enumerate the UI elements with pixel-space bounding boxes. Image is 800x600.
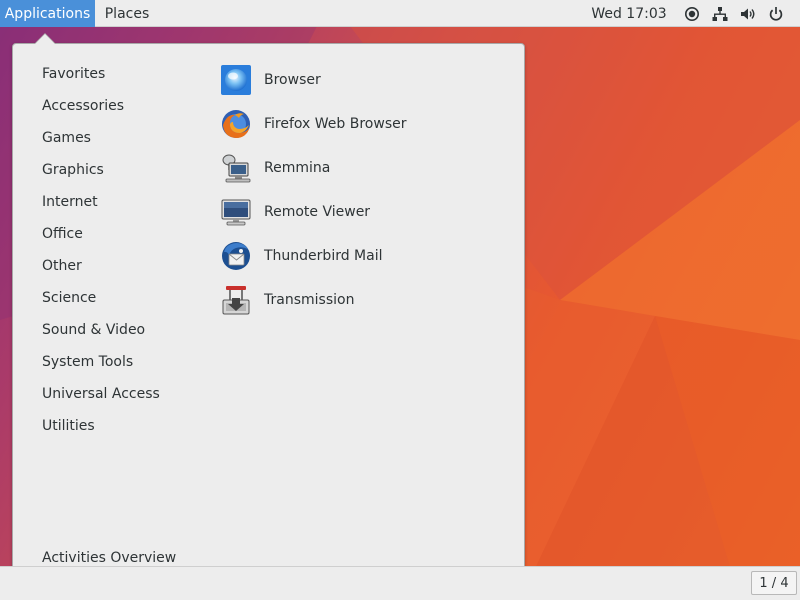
- places-label: Places: [104, 5, 150, 22]
- app-label-firefox: Firefox Web Browser: [264, 116, 407, 132]
- remote-viewer-icon: [220, 196, 252, 228]
- clock[interactable]: Wed 17:03: [583, 0, 675, 27]
- category-item-system-tools[interactable]: System Tools: [42, 346, 212, 378]
- category-item-universal-access[interactable]: Universal Access: [42, 378, 212, 410]
- category-item-science[interactable]: Science: [42, 282, 212, 314]
- app-item-remmina[interactable]: Remmina: [220, 146, 510, 190]
- applications-menu-button[interactable]: Applications: [0, 0, 95, 27]
- category-item-other[interactable]: Other: [42, 250, 212, 282]
- clock-label: Wed 17:03: [591, 5, 667, 22]
- applications-label: Applications: [4, 5, 91, 22]
- places-menu-button[interactable]: Places: [95, 0, 159, 27]
- category-item-graphics[interactable]: Graphics: [42, 154, 212, 186]
- workspace-switcher-button[interactable]: 1 / 4: [751, 571, 797, 595]
- thunderbird-icon: [220, 240, 252, 272]
- category-item-favorites[interactable]: Favorites: [42, 58, 212, 90]
- menu-pointer: [35, 34, 55, 44]
- transmission-icon: [220, 284, 252, 316]
- browser-icon: [220, 64, 252, 96]
- app-item-transmission[interactable]: Transmission: [220, 278, 510, 322]
- app-label-remote-viewer: Remote Viewer: [264, 204, 371, 220]
- accessibility-icon[interactable]: [678, 0, 706, 27]
- top-bar: Applications Places Wed 17:03: [0, 0, 800, 27]
- app-label-remmina: Remmina: [264, 160, 331, 176]
- power-icon[interactable]: [762, 0, 790, 27]
- remmina-icon: [220, 152, 252, 184]
- category-item-office[interactable]: Office: [42, 218, 212, 250]
- category-list: Favorites Accessories Games Graphics Int…: [42, 58, 212, 442]
- app-item-remote-viewer[interactable]: Remote Viewer: [220, 190, 510, 234]
- app-label-browser: Browser: [264, 72, 321, 88]
- app-label-transmission: Transmission: [264, 292, 355, 308]
- app-item-firefox[interactable]: Firefox Web Browser: [220, 102, 510, 146]
- firefox-icon: [220, 108, 252, 140]
- workspace-indicator-label: 1 / 4: [759, 575, 789, 591]
- app-item-thunderbird[interactable]: Thunderbird Mail: [220, 234, 510, 278]
- category-item-games[interactable]: Games: [42, 122, 212, 154]
- app-item-browser[interactable]: Browser: [220, 58, 510, 102]
- category-item-internet[interactable]: Internet: [42, 186, 212, 218]
- category-item-accessories[interactable]: Accessories: [42, 90, 212, 122]
- volume-icon[interactable]: [734, 0, 762, 27]
- app-label-thunderbird: Thunderbird Mail: [264, 248, 383, 264]
- category-item-utilities[interactable]: Utilities: [42, 410, 212, 442]
- category-item-sound-video[interactable]: Sound & Video: [42, 314, 212, 346]
- network-icon[interactable]: [706, 0, 734, 27]
- bottom-bar: [0, 566, 800, 600]
